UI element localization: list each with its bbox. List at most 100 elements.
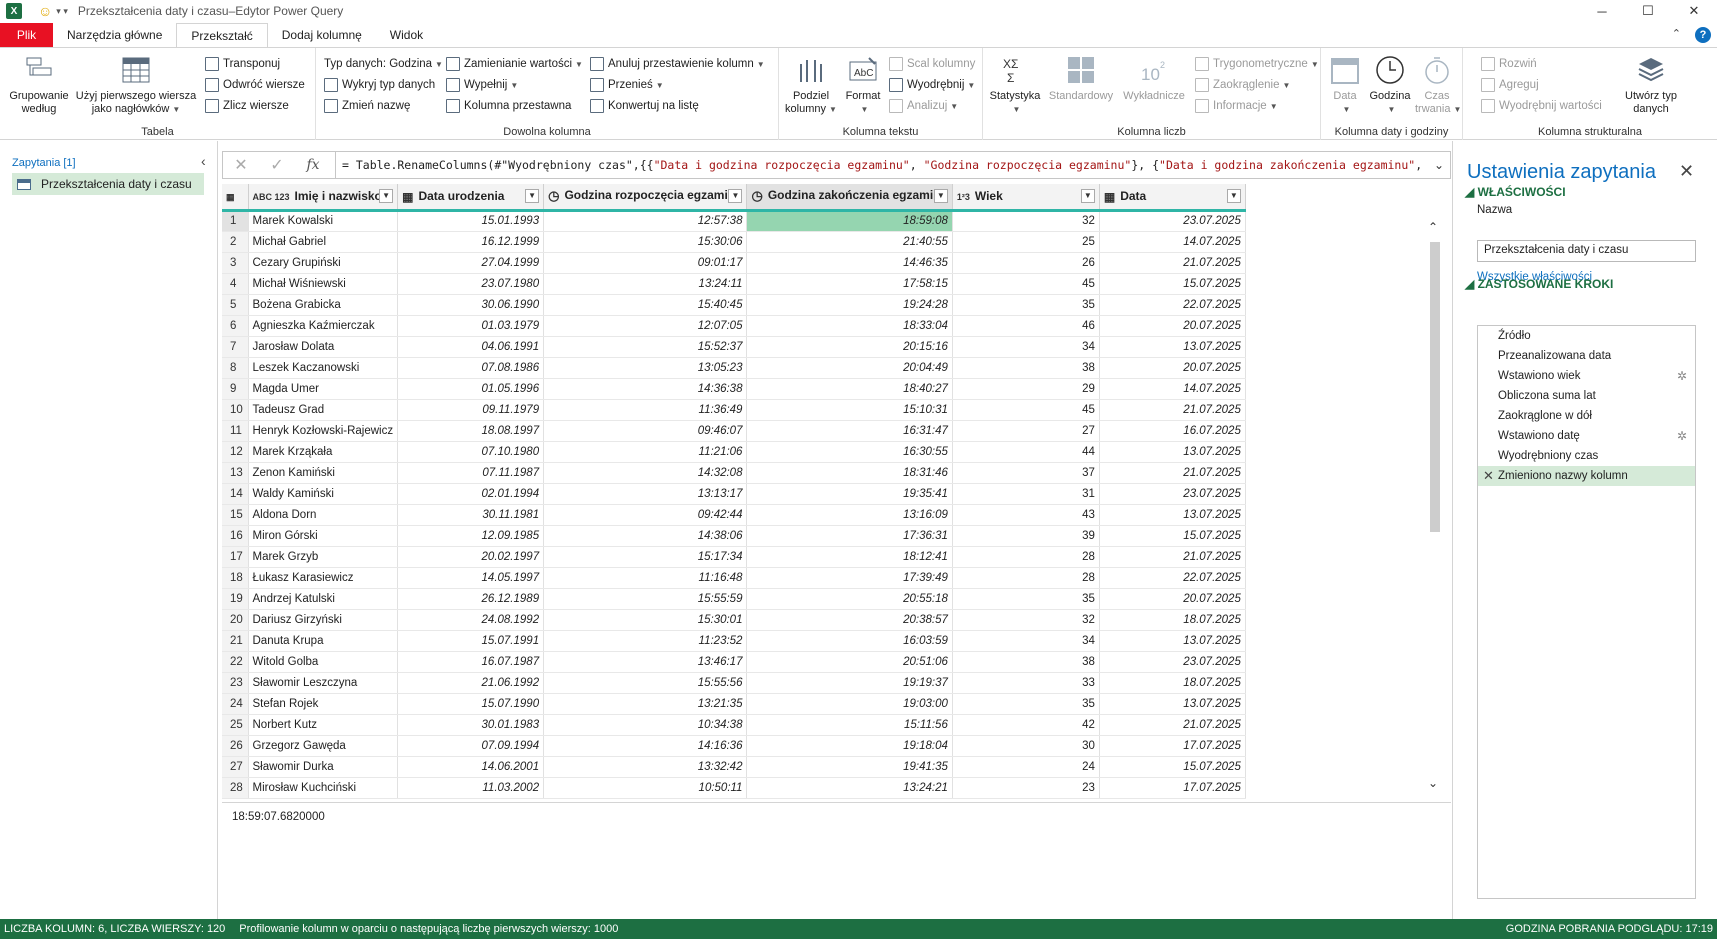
table-cell[interactable]: 20:15:16 xyxy=(746,336,953,358)
table-cell[interactable]: 14.07.2025 xyxy=(1099,378,1246,400)
table-cell[interactable]: 20.07.2025 xyxy=(1099,315,1246,337)
table-cell[interactable]: 21.07.2025 xyxy=(1099,714,1246,736)
statistics-button[interactable]: XΣ Σ Statystyka ▼ xyxy=(987,54,1043,116)
table-cell[interactable]: 15:30:06 xyxy=(543,231,748,253)
row-number[interactable]: 16 xyxy=(222,525,249,547)
table-cell[interactable]: 15.07.2025 xyxy=(1099,273,1246,295)
table-cell[interactable]: Grzegorz Gawęda xyxy=(248,735,399,757)
table-cell[interactable]: Norbert Kutz xyxy=(248,714,399,736)
table-cell[interactable]: 17:58:15 xyxy=(746,273,953,295)
query-item[interactable]: Przekształcenia daty i czasu xyxy=(12,173,204,195)
table-cell[interactable]: 14:16:36 xyxy=(543,735,748,757)
table-cell[interactable]: 21.07.2025 xyxy=(1099,546,1246,568)
help-icon[interactable]: ? xyxy=(1695,27,1711,43)
status-profiling[interactable]: Profilowanie kolumn w oparciu o następuj… xyxy=(239,923,618,935)
table-cell[interactable]: 14.06.2001 xyxy=(397,756,545,778)
applied-step[interactable]: ✕ Zmieniono nazwy kolumn xyxy=(1478,466,1695,486)
table-cell[interactable]: 20.07.2025 xyxy=(1099,357,1246,379)
tab-add-column[interactable]: Dodaj kolumnę xyxy=(268,23,376,47)
table-cell[interactable]: 16.12.1999 xyxy=(397,231,545,253)
table-cell[interactable]: 15:55:59 xyxy=(543,588,748,610)
table-cell[interactable]: 15.07.1991 xyxy=(397,630,545,652)
row-number[interactable]: 10 xyxy=(222,399,249,421)
row-number[interactable]: 7 xyxy=(222,336,249,358)
table-cell[interactable]: 19:19:37 xyxy=(746,672,953,694)
table-cell[interactable]: 19:35:41 xyxy=(746,483,953,505)
table-cell[interactable]: 19:03:00 xyxy=(746,693,953,715)
table-cell[interactable]: 10:50:11 xyxy=(543,777,748,799)
pivot-column-button[interactable]: Kolumna przestawna xyxy=(446,96,571,116)
row-number[interactable]: 11 xyxy=(222,420,249,442)
table-cell[interactable]: 35 xyxy=(952,693,1100,715)
table-cell[interactable]: 16:03:59 xyxy=(746,630,953,652)
create-data-type-button[interactable]: Utwórz typ danych xyxy=(1613,54,1689,116)
table-cell[interactable]: 18:40:27 xyxy=(746,378,953,400)
table-cell[interactable]: 15.07.2025 xyxy=(1099,525,1246,547)
table-cell[interactable]: 20:55:18 xyxy=(746,588,953,610)
scroll-up-icon[interactable]: ⌃ xyxy=(1428,220,1438,234)
table-cell[interactable]: 23.07.2025 xyxy=(1099,210,1246,232)
scroll-thumb[interactable] xyxy=(1430,242,1440,532)
table-cell[interactable]: 39 xyxy=(952,525,1100,547)
table-cell[interactable]: 13:05:23 xyxy=(543,357,748,379)
date-type-icon[interactable]: ▦ xyxy=(402,190,413,204)
unpivot-columns-button[interactable]: Anuluj przestawienie kolumn ▼ xyxy=(590,54,765,74)
table-cell[interactable]: 22.07.2025 xyxy=(1099,294,1246,316)
table-cell[interactable]: 14.07.2025 xyxy=(1099,231,1246,253)
fill-button[interactable]: Wypełnij ▼ xyxy=(446,75,518,95)
table-cell[interactable]: 18.07.2025 xyxy=(1099,672,1246,694)
table-cell[interactable]: 17.07.2025 xyxy=(1099,735,1246,757)
table-cell[interactable]: 20:51:06 xyxy=(746,651,953,673)
table-cell[interactable]: 15.01.1993 xyxy=(397,210,545,232)
table-cell[interactable]: 15:40:45 xyxy=(543,294,748,316)
table-cell[interactable]: 21.07.2025 xyxy=(1099,252,1246,274)
expand-formula-icon[interactable]: ⌄ xyxy=(1428,158,1450,172)
table-cell[interactable]: 30.11.1981 xyxy=(397,504,545,526)
table-cell[interactable]: 26.12.1989 xyxy=(397,588,545,610)
table-cell[interactable]: 13:13:17 xyxy=(543,483,748,505)
table-cell[interactable]: 45 xyxy=(952,399,1100,421)
table-cell[interactable]: 02.01.1994 xyxy=(397,483,545,505)
table-cell[interactable]: 27.04.1999 xyxy=(397,252,545,274)
table-cell[interactable]: 32 xyxy=(952,609,1100,631)
table-cell[interactable]: 27 xyxy=(952,420,1100,442)
tab-transform[interactable]: Przekształć xyxy=(176,23,268,47)
information-button[interactable]: Informacje ▼ xyxy=(1195,96,1278,116)
table-cell[interactable]: 29 xyxy=(952,378,1100,400)
table-cell[interactable]: 09.11.1979 xyxy=(397,399,545,421)
table-cell[interactable]: 21.07.2025 xyxy=(1099,462,1246,484)
table-cell[interactable]: 23 xyxy=(952,777,1100,799)
table-cell[interactable]: 28 xyxy=(952,546,1100,568)
scientific-button[interactable]: 10 2 Wykładnicze xyxy=(1119,54,1189,103)
table-cell[interactable]: Witold Golba xyxy=(248,651,399,673)
confirm-formula-icon[interactable]: ✓ xyxy=(259,152,295,178)
row-number[interactable]: 27 xyxy=(222,756,249,778)
table-cell[interactable]: Mirosław Kuchciński xyxy=(248,777,399,799)
smiley-icon[interactable]: ☺ xyxy=(38,3,52,19)
split-column-button[interactable]: Podziel kolumny ▼ xyxy=(783,54,839,116)
table-cell[interactable]: 13:24:11 xyxy=(543,273,748,295)
table-cell[interactable]: Henryk Kozłowski-Rajewicz xyxy=(248,420,399,442)
table-cell[interactable]: 18:12:41 xyxy=(746,546,953,568)
properties-header[interactable]: ◢ WŁAŚCIWOŚCI xyxy=(1465,185,1566,199)
type-icon[interactable]: ABC 123 xyxy=(253,192,290,202)
vertical-scrollbar[interactable]: ⌃ ⌄ xyxy=(1428,220,1443,795)
row-number[interactable]: 26 xyxy=(222,735,249,757)
table-cell[interactable]: 37 xyxy=(952,462,1100,484)
tab-home[interactable]: Narzędzia główne xyxy=(53,23,176,47)
row-number[interactable]: 8 xyxy=(222,357,249,379)
table-cell[interactable]: 30.06.1990 xyxy=(397,294,545,316)
time-button[interactable]: Godzina ▼ xyxy=(1367,54,1413,116)
row-number[interactable]: 20 xyxy=(222,609,249,631)
move-button[interactable]: Przenieś ▼ xyxy=(590,75,664,95)
row-number[interactable]: 4 xyxy=(222,273,249,295)
row-number[interactable]: 13 xyxy=(222,462,249,484)
filter-dropdown-icon[interactable]: ▼ xyxy=(1080,189,1095,203)
table-cell[interactable]: 38 xyxy=(952,651,1100,673)
table-cell[interactable]: 16.07.2025 xyxy=(1099,420,1246,442)
standard-button[interactable]: Standardowy xyxy=(1045,54,1117,103)
table-cell[interactable]: 18.08.1997 xyxy=(397,420,545,442)
maximize-icon[interactable]: ☐ xyxy=(1625,0,1671,22)
applied-step[interactable]: Zaokrąglone w dół xyxy=(1478,406,1695,426)
scroll-down-icon[interactable]: ⌄ xyxy=(1428,776,1438,790)
